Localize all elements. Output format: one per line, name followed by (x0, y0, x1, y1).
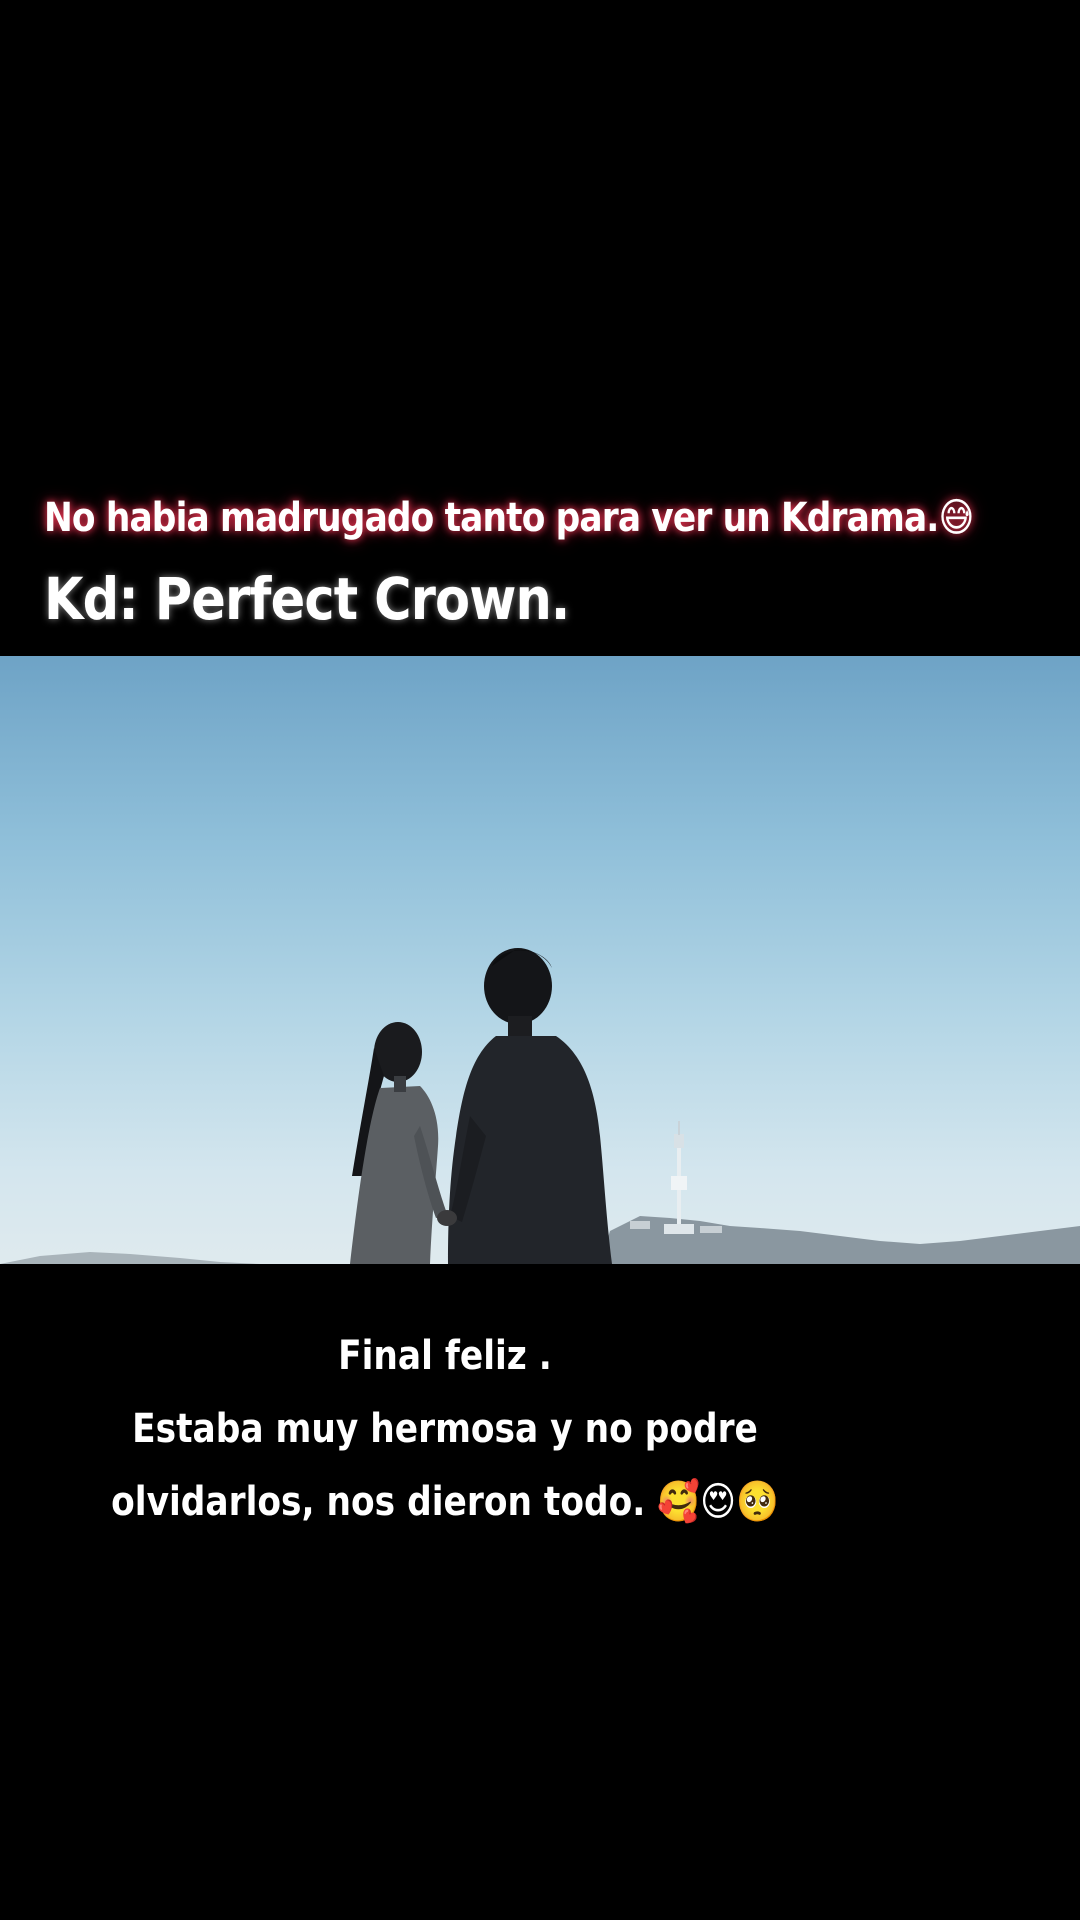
subtitle-caption: Final feliz . Estaba muy hermosa y no po… (0, 1320, 890, 1539)
caption-top: No habia madrugado tanto para ver un Kdr… (44, 495, 974, 541)
subtitle-line-1: Final feliz . (338, 1333, 552, 1379)
video-title: Kd: Perfect Crown. (44, 565, 570, 633)
video-frame (0, 656, 1080, 1264)
subtitle-line-3: olvidarlos, nos dieron todo. 🥰😍🥺 (111, 1479, 779, 1525)
hills (600, 1216, 1080, 1264)
woman-silhouette (350, 1022, 448, 1264)
subtitle-line-2: Estaba muy hermosa y no podre (132, 1406, 758, 1452)
man-silhouette (437, 948, 612, 1264)
